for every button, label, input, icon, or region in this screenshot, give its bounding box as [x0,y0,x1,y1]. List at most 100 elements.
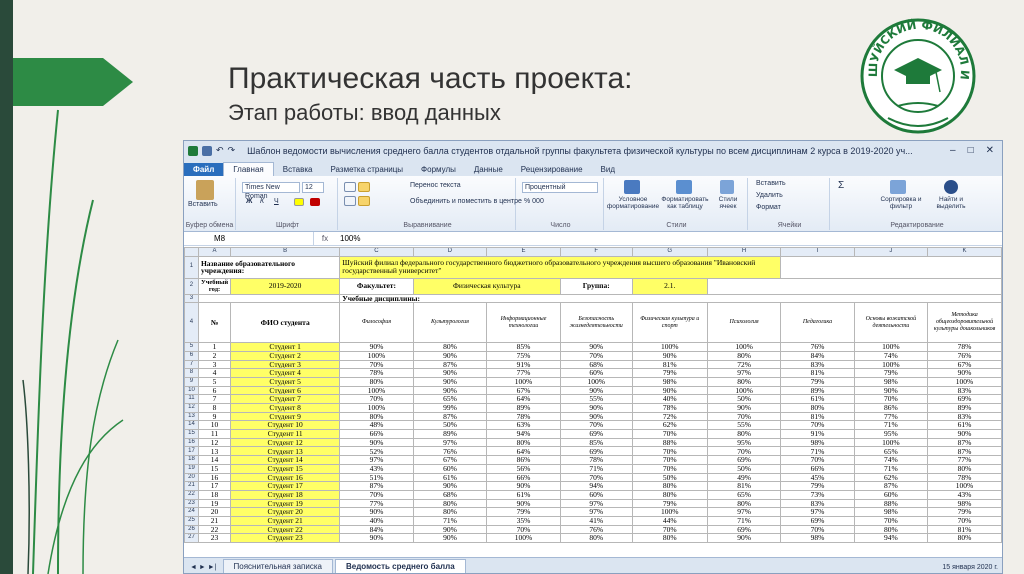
institution-label[interactable]: Название образовательного учреждения: [197,255,341,279]
grade-cell[interactable]: 43% [339,463,414,474]
insert-cells-button[interactable]: Вставить [756,180,786,187]
tab-home[interactable]: Главная [223,162,274,176]
align-top-icon[interactable] [344,182,356,192]
grade-cell[interactable]: 40% [631,394,708,404]
grade-cell[interactable]: 60% [559,368,633,378]
cell-styles-icon[interactable] [720,180,734,194]
grade-cell[interactable]: 90% [412,350,488,361]
tab-formulas[interactable]: Формулы [412,163,465,176]
disciplines-label[interactable]: Учебные дисциплины: [339,293,1002,304]
row-number[interactable]: 26 [184,524,199,535]
row-number[interactable]: 9 [184,376,199,387]
grade-cell[interactable]: 79% [927,507,1002,517]
grade-cell[interactable]: 70% [631,463,708,474]
student-number[interactable]: 23 [197,533,232,543]
grade-cell[interactable]: 98% [780,533,855,543]
grade-cell[interactable]: 50% [412,420,488,431]
student-number[interactable]: 20 [197,507,232,517]
grade-cell[interactable]: 75% [486,350,561,361]
grade-cell[interactable]: 80% [486,437,561,448]
grade-cell[interactable]: 60% [412,463,488,474]
tab-file[interactable]: Файл [184,163,224,176]
grade-cell[interactable]: 76% [559,524,633,535]
grade-cell[interactable]: 90% [486,498,561,509]
grade-cell[interactable]: 83% [927,411,1002,422]
column-header[interactable]: D [412,247,488,257]
student-name[interactable]: Студент 16 [230,472,341,483]
grade-cell[interactable]: 100% [631,507,708,517]
grade-cell[interactable]: 87% [339,481,414,491]
row-number[interactable]: 11 [184,394,199,404]
group-value[interactable]: 2.1. [631,277,708,295]
grade-cell[interactable]: 90% [412,524,488,535]
grade-cell[interactable]: 70% [853,394,929,404]
student-number[interactable]: 4 [197,368,232,378]
grade-cell[interactable]: 70% [631,446,708,457]
tab-insert[interactable]: Вставка [274,163,322,176]
row-number[interactable]: 18 [184,455,199,465]
grade-cell[interactable]: 71% [559,463,633,474]
row-number[interactable]: 14 [184,420,199,431]
grade-cell[interactable]: 78% [631,403,708,413]
header-cell[interactable]: Информационные технологии [486,302,561,344]
tab-data[interactable]: Данные [465,163,512,176]
student-number[interactable]: 11 [197,429,232,439]
grade-cell[interactable]: 79% [853,368,929,378]
grade-cell[interactable]: 90% [339,437,414,448]
grade-cell[interactable]: 71% [412,515,488,526]
grade-cell[interactable]: 56% [486,463,561,474]
cell-styles-button[interactable]: Стили ячеек [712,196,744,210]
grade-cell[interactable]: 87% [927,446,1002,457]
delete-cells-button[interactable]: Удалить [756,192,783,199]
student-name[interactable]: Студент 17 [230,481,341,491]
grade-cell[interactable]: 90% [631,385,708,396]
institution-value[interactable]: Шуйский филиал федерального государствен… [339,255,782,279]
grade-cell[interactable]: 83% [927,385,1002,396]
grade-cell[interactable]: 74% [853,350,929,361]
student-number[interactable]: 19 [197,498,232,509]
grade-cell[interactable]: 81% [780,368,855,378]
find-select-icon[interactable] [944,180,958,194]
grade-cell[interactable]: 88% [631,437,708,448]
grade-cell[interactable]: 85% [559,437,633,448]
grade-cell[interactable]: 66% [339,429,414,439]
grade-cell[interactable]: 90% [412,385,488,396]
format-table-button[interactable]: Форматировать как таблицу [660,196,710,210]
grade-cell[interactable]: 52% [339,446,414,457]
grade-cell[interactable]: 80% [631,533,708,543]
grade-cell[interactable]: 97% [339,455,414,465]
grade-cell[interactable]: 70% [853,515,929,526]
cell[interactable] [197,293,341,304]
student-name[interactable]: Студент 19 [230,498,341,509]
redo-icon[interactable]: ↷ [228,145,236,156]
grade-cell[interactable]: 35% [486,515,561,526]
header-cell[interactable]: Психология [706,302,782,344]
grade-cell[interactable]: 55% [559,394,633,404]
close-button[interactable]: ✕ [986,145,994,156]
grade-cell[interactable]: 84% [780,350,855,361]
student-name[interactable]: Студент 2 [230,350,341,361]
year-value[interactable]: 2019-2020 [230,277,341,295]
wrap-text-button[interactable]: Перенос текста [410,182,461,189]
tab-page-layout[interactable]: Разметка страницы [321,163,412,176]
align-center-icon[interactable] [358,196,370,206]
student-name[interactable]: Студент 23 [230,533,341,543]
student-number[interactable]: 12 [197,437,232,448]
grade-cell[interactable]: 79% [780,481,855,491]
grade-cell[interactable]: 87% [412,359,488,370]
grade-cell[interactable]: 84% [339,524,414,535]
grade-cell[interactable]: 100% [339,403,414,413]
grade-cell[interactable]: 50% [706,463,782,474]
grade-cell[interactable]: 90% [486,481,561,491]
grade-cell[interactable]: 94% [486,429,561,439]
sort-filter-button[interactable]: Сортировка и фильтр [876,196,926,210]
header-cell[interactable]: Педагогика [780,302,855,344]
align-middle-icon[interactable] [358,182,370,192]
student-name[interactable]: Студент 9 [230,411,341,422]
header-cell[interactable]: Физическая культура и спорт [631,302,708,344]
number-format-select[interactable]: Процентный [522,182,598,193]
row-number[interactable]: 7 [184,359,199,370]
student-number[interactable]: 6 [197,385,232,396]
student-number[interactable]: 9 [197,411,232,422]
grade-cell[interactable]: 68% [412,489,488,500]
